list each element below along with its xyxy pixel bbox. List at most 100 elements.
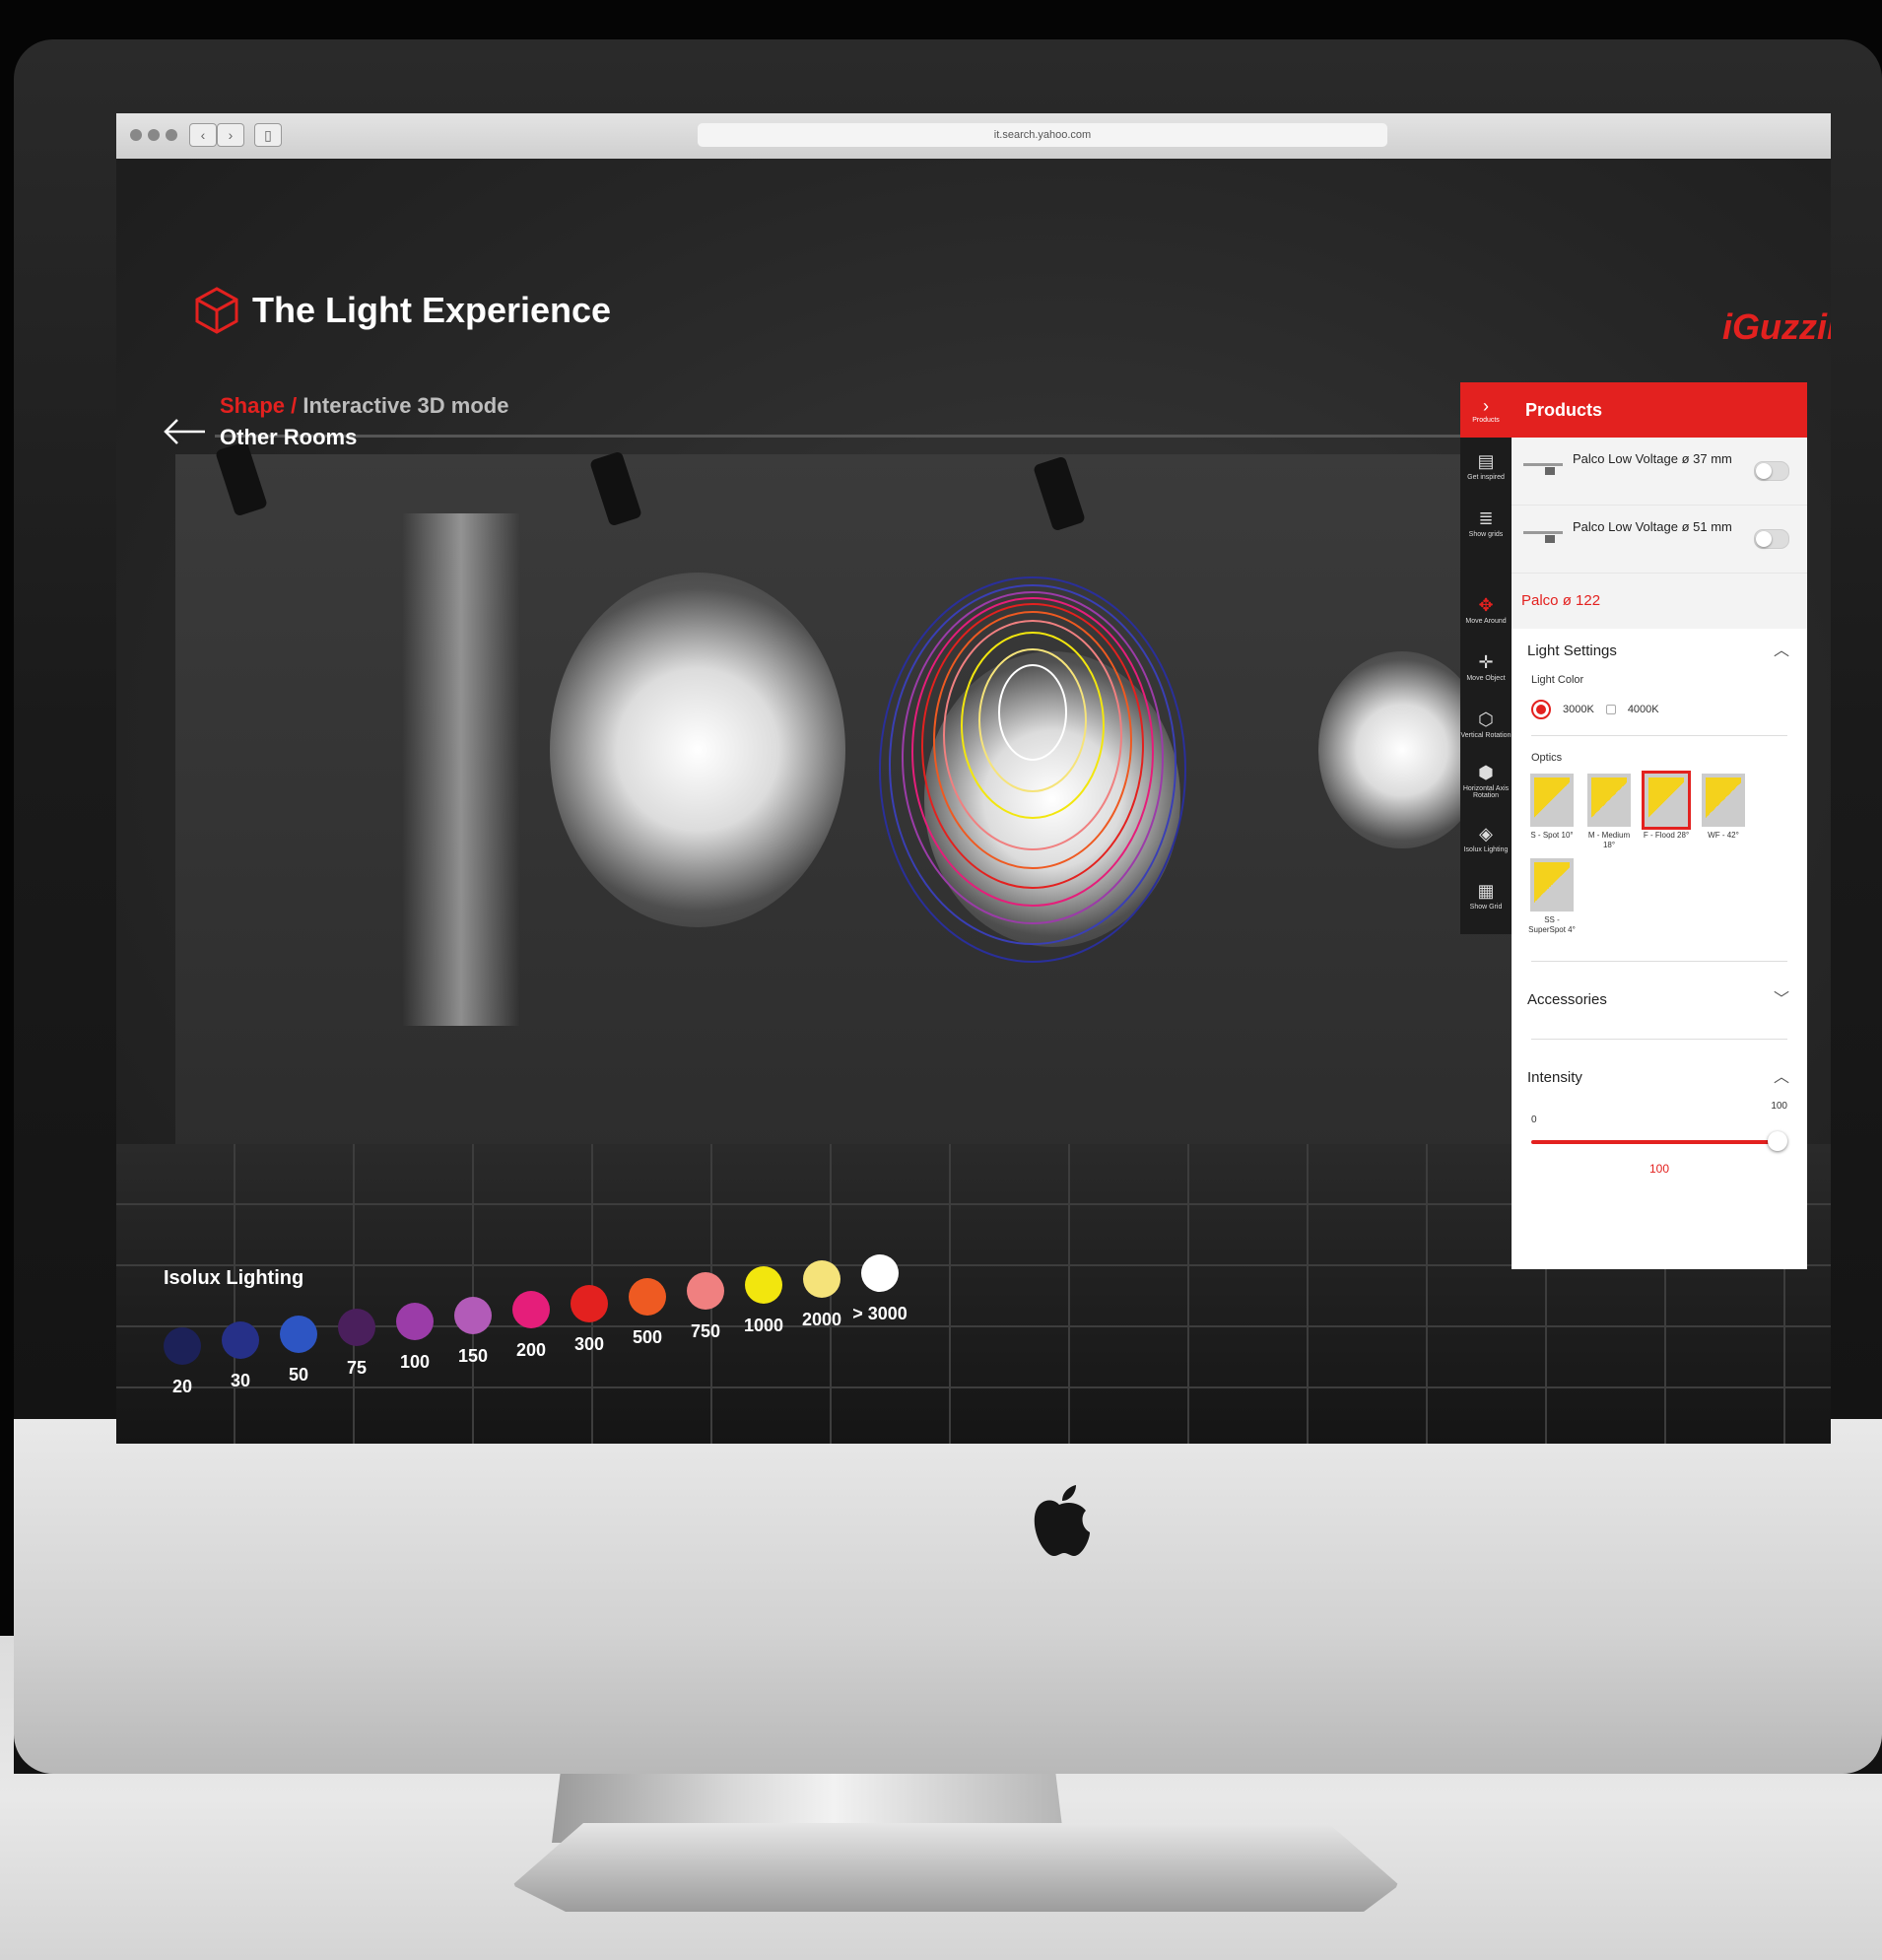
isolux-legend-title: Isolux Lighting — [164, 1267, 304, 1289]
chevron-right-icon: › — [1483, 396, 1489, 416]
legend-label: > 3000 — [852, 1303, 907, 1323]
rail-label: Get inspired — [1467, 473, 1505, 481]
monitor-chin — [14, 1419, 1882, 1774]
chevron-down-icon[interactable]: ﹀ — [1774, 978, 1789, 1023]
legend-swatch — [571, 1284, 608, 1322]
chevron-up-icon[interactable]: ︿ — [1774, 629, 1789, 674]
rail-move-object[interactable]: ✛ Move Object — [1460, 639, 1512, 696]
rail-spacer — [1460, 552, 1512, 581]
product-row[interactable]: Palco Low Voltage ø 51 mm — [1512, 506, 1807, 574]
optic-option-selected[interactable]: F - Flood 28° — [1642, 771, 1691, 850]
slider-max-label: 100 — [1771, 1101, 1787, 1112]
accessories-title: Accessories — [1527, 991, 1607, 1008]
window-zoom-dot[interactable] — [166, 129, 177, 141]
rail-label: Isolux Lighting — [1463, 845, 1509, 853]
rail-move-around[interactable]: ✥ Move Around — [1460, 581, 1512, 639]
document-icon: ▤ — [1477, 450, 1495, 471]
optic-option[interactable]: M - Medium 18° — [1584, 774, 1634, 850]
track-rail — [215, 435, 1594, 438]
legend-swatch — [222, 1320, 259, 1359]
slider-track[interactable] — [1531, 1140, 1778, 1144]
legend-swatch — [861, 1253, 899, 1292]
radio-3000k-label: 3000K — [1563, 704, 1594, 715]
radio-4000k[interactable] — [1605, 705, 1616, 714]
light-settings-header[interactable]: Light Settings ︿ — [1512, 629, 1807, 674]
selected-product[interactable]: Palco ø 122 — [1512, 574, 1807, 629]
product-name: Palco Low Voltage ø 37 mm — [1573, 451, 1732, 466]
wall-light-beam — [402, 513, 520, 1026]
products-panel: Products Palco Low Voltage ø 37 mm Palco… — [1512, 382, 1807, 1269]
optics-label: Optics — [1531, 752, 1563, 764]
beam-angle-icon — [1587, 774, 1631, 827]
optics-grid: S - Spot 10° M - Medium 18° F - Flood 28… — [1512, 764, 1807, 945]
rail-isolux-lighting[interactable]: ◈ Isolux Lighting — [1460, 810, 1512, 867]
legend-swatch — [454, 1297, 492, 1334]
track-light-icon — [1523, 531, 1563, 543]
product-toggle[interactable] — [1754, 461, 1789, 481]
rail-horizontal-rotation[interactable]: ⬢ Horizontal Axis Rotation — [1460, 753, 1512, 810]
rail-get-inspired[interactable]: ▤ Get inspired — [1460, 438, 1512, 495]
apple-logo-icon — [1034, 1485, 1090, 1556]
optic-option[interactable]: S - Spot 10° — [1527, 774, 1577, 850]
optic-label: SS - SuperSpot 4° — [1528, 915, 1576, 934]
radio-3000k[interactable] — [1531, 700, 1551, 719]
3d-viewport[interactable]: The Light Experience iGuzzini Shape / In… — [116, 159, 1831, 1444]
legend-swatch — [280, 1315, 317, 1353]
rail-label: Vertical Rotation — [1460, 731, 1512, 739]
legend-swatch — [687, 1272, 724, 1311]
legend-swatch — [512, 1290, 550, 1328]
rail-show-grids[interactable]: ≣ Show grids — [1460, 495, 1512, 552]
monitor-stand-foot — [512, 1823, 1399, 1912]
cube-logo-icon — [195, 287, 238, 334]
optic-option[interactable]: SS - SuperSpot 4° — [1527, 858, 1577, 935]
sidebar-toggle-icon[interactable]: ▯ — [254, 123, 282, 147]
optic-label: S - Spot 10° — [1530, 831, 1574, 840]
rail-show-grid[interactable]: ▦ Show Grid — [1460, 867, 1512, 924]
move-object-icon: ✛ — [1478, 651, 1494, 672]
forward-nav-icon[interactable]: › — [217, 123, 244, 147]
intensity-title: Intensity — [1527, 1069, 1582, 1086]
app-title: The Light Experience — [252, 290, 612, 330]
browser-toolbar: ‹ › ▯ it.search.yahoo.com — [116, 113, 1831, 160]
intensity-header[interactable]: Intensity ︿ — [1512, 1055, 1807, 1101]
divider — [1531, 735, 1787, 736]
product-toggle[interactable] — [1754, 529, 1789, 549]
vertical-rotation-icon: ⬡ — [1478, 709, 1494, 729]
back-arrow-icon[interactable] — [162, 417, 207, 446]
optic-option[interactable]: WF - 42° — [1699, 774, 1748, 850]
product-row[interactable]: Palco Low Voltage ø 37 mm — [1512, 438, 1807, 506]
window-minimize-dot[interactable] — [148, 129, 160, 141]
rail-products-button[interactable]: › Products — [1460, 382, 1512, 438]
back-nav-icon[interactable]: ‹ — [189, 123, 217, 147]
slider-value: 100 — [1648, 1162, 1670, 1176]
optic-label: WF - 42° — [1708, 831, 1739, 840]
beam-angle-icon — [1530, 774, 1574, 827]
url-bar[interactable]: it.search.yahoo.com — [698, 123, 1387, 147]
breadcrumb-section[interactable]: Shape / — [220, 393, 297, 418]
iguzzini-logo: iGuzzini — [1722, 306, 1831, 347]
intensity-slider[interactable]: 0 100 100 — [1531, 1101, 1787, 1189]
brand-header: The Light Experience — [195, 287, 611, 334]
legend-swatch — [803, 1259, 840, 1298]
grid-list-icon: ≣ — [1478, 507, 1494, 528]
slider-handle[interactable] — [1768, 1131, 1787, 1151]
beam-angle-icon — [1642, 771, 1691, 830]
window-close-dot[interactable] — [130, 129, 142, 141]
rail-products-label: Products — [1472, 417, 1500, 424]
rail-vertical-rotation[interactable]: ⬡ Vertical Rotation — [1460, 696, 1512, 753]
beam-angle-icon — [1702, 774, 1745, 827]
accessories-header[interactable]: Accessories ﹀ — [1512, 978, 1807, 1023]
radio-4000k-label: 4000K — [1627, 704, 1659, 715]
breadcrumb-mode: Interactive 3D mode — [302, 393, 509, 418]
tool-rail: › Products ▤ Get inspired ≣ Show grids ✥… — [1460, 382, 1512, 934]
legend-swatch — [164, 1327, 201, 1365]
panel-title: Products — [1512, 382, 1807, 438]
slider-min-label: 0 — [1531, 1115, 1537, 1125]
divider — [1531, 961, 1787, 962]
legend-swatch — [396, 1303, 434, 1341]
chevron-up-icon[interactable]: ︿ — [1774, 1055, 1789, 1101]
other-rooms-link[interactable]: Other Rooms — [220, 425, 357, 450]
rail-label: Show grids — [1468, 530, 1504, 538]
product-name: Palco Low Voltage ø 51 mm — [1573, 519, 1732, 534]
rail-label: Show Grid — [1469, 903, 1503, 911]
